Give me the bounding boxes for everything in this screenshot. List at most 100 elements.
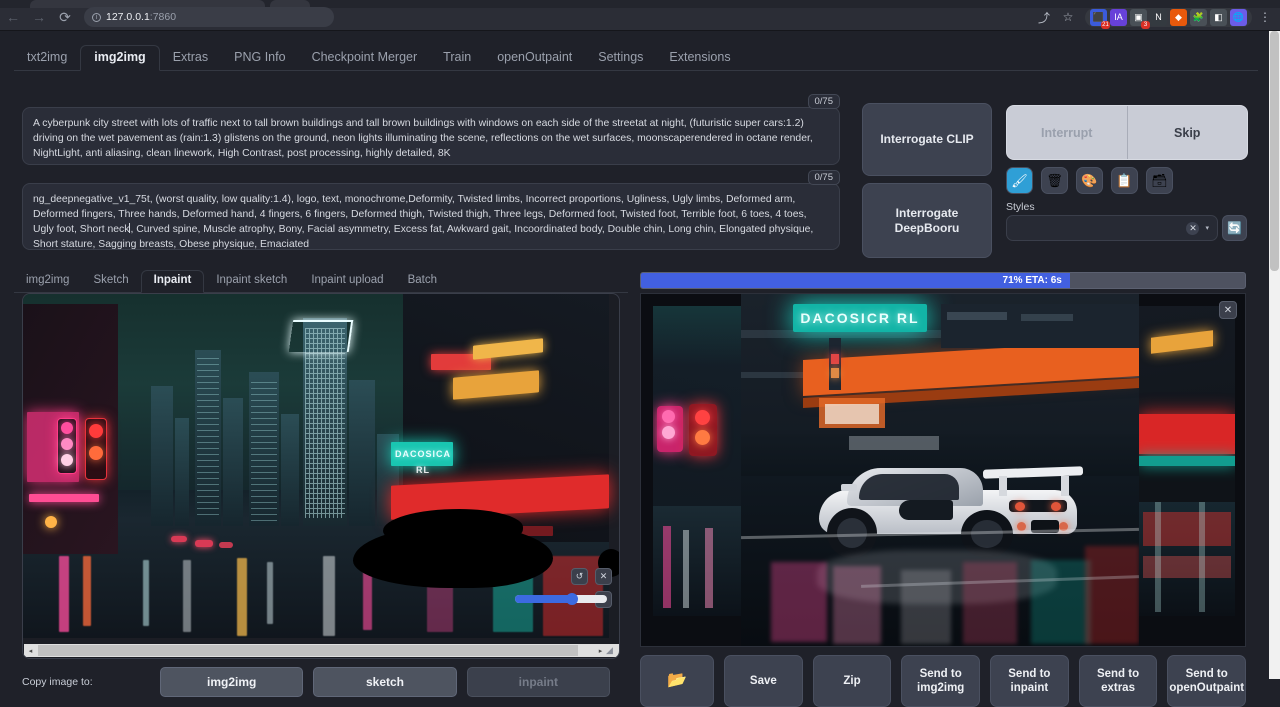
clipboard-extension[interactable]: ⬛21 — [1090, 9, 1107, 26]
forward-icon[interactable]: → — [26, 4, 52, 30]
copy-image-buttons: img2img sketch inpaint — [160, 667, 620, 697]
address-bar-url: 127.0.0.1:7860 — [106, 11, 176, 23]
subtab-inpaint-upload[interactable]: Inpaint upload — [299, 271, 395, 292]
interrogate-deepbooru-button[interactable]: Interrogate DeepBooru — [862, 183, 992, 258]
tab-txt2img[interactable]: txt2img — [14, 46, 80, 70]
stable-diffusion-webui: txt2imgimg2imgExtrasPNG InfoCheckpoint M… — [0, 30, 1280, 678]
copy-to-sketch-button[interactable]: sketch — [313, 667, 456, 697]
generation-progress-fill: 71% ETA: 6s — [641, 273, 1070, 288]
url-port: :7860 — [150, 11, 176, 23]
send-to-openoutpaint-button[interactable]: Send to openOutpaint — [1167, 655, 1246, 707]
bookmark-star-icon[interactable]: ☆ — [1057, 6, 1079, 28]
trash-icon[interactable]: 🗑 — [1041, 167, 1068, 194]
close-result-icon[interactable]: ✕ — [1219, 301, 1237, 319]
subtab-img2img[interactable]: img2img — [14, 271, 81, 292]
brush-size-slider-fill — [515, 595, 572, 603]
copy-to-img2img-button[interactable]: img2img — [160, 667, 303, 697]
url-host: 127.0.0.1 — [106, 11, 150, 23]
result-image-container[interactable]: DACOSICR RL — [640, 293, 1246, 647]
generate-button-group: Interrupt Skip — [1006, 105, 1248, 160]
tab-openoutpaint[interactable]: openOutpaint — [484, 46, 585, 70]
clipboard-icon[interactable]: 📋 — [1111, 167, 1138, 194]
subtab-sketch[interactable]: Sketch — [81, 271, 140, 292]
notion-extension[interactable]: N — [1150, 9, 1167, 26]
scroll-left-icon[interactable]: ◂ — [24, 644, 37, 657]
tab-checkpoint-merger[interactable]: Checkpoint Merger — [299, 46, 431, 70]
resize-grip-icon[interactable]: ◢ — [606, 645, 618, 657]
browser-toolbar-right: ⤴ ☆ ⬛21IA▣3N◆🧩◧🌐 ⋮ — [1033, 6, 1280, 28]
share-icon[interactable]: ⤴ — [1033, 6, 1055, 28]
color-picker-extension[interactable]: ◆ — [1170, 9, 1187, 26]
subtab-inpaint-sketch[interactable]: Inpaint sketch — [204, 271, 299, 292]
result-action-buttons: 📂SaveZipSend to img2imgSend to inpaintSe… — [640, 655, 1246, 707]
open-folder-button[interactable]: 📂 — [640, 655, 714, 707]
prompt-textarea[interactable]: 0/75 A cyberpunk city street with lots o… — [22, 107, 840, 165]
tab-png-info[interactable]: PNG Info — [221, 46, 298, 70]
generation-progress-text: 71% ETA: 6s — [1003, 275, 1070, 286]
skip-button[interactable]: Skip — [1128, 106, 1248, 159]
refresh-styles-icon[interactable]: 🔄 — [1222, 215, 1247, 241]
extensions-group: ⬛21IA▣3N◆🧩◧🌐 — [1085, 8, 1252, 27]
result-panel: 71% ETA: 6s — [636, 269, 1248, 679]
tab-extras[interactable]: Extras — [160, 46, 221, 70]
interrogate-clip-button[interactable]: Interrogate CLIP — [862, 103, 992, 176]
subtab-inpaint[interactable]: Inpaint — [141, 270, 205, 293]
archive-box-icon[interactable]: 🗃 — [1146, 167, 1173, 194]
styles-label: Styles — [1006, 201, 1035, 213]
brush-size-slider-knob[interactable] — [566, 593, 578, 605]
undo-icon[interactable]: ↺ — [571, 568, 588, 585]
result-neon-sign-text: DACOSICR RL — [793, 304, 927, 332]
prompt-text: A cyberpunk city street with lots of tra… — [23, 108, 839, 169]
generation-progress-bar: 71% ETA: 6s — [640, 272, 1246, 289]
clear-styles-icon[interactable]: ✕ — [1186, 222, 1199, 235]
palette-icon[interactable]: 🎨 — [1076, 167, 1103, 194]
site-info-icon[interactable]: i — [92, 13, 101, 22]
tab-img2img[interactable]: img2img — [80, 45, 159, 71]
inpaint-source-image: DACOSICA RL — [23, 294, 609, 638]
brush-size-slider[interactable] — [515, 595, 607, 603]
inpaint-canvas[interactable]: DACOSICA RL — [22, 293, 620, 659]
tab-settings[interactable]: Settings — [585, 46, 656, 70]
negative-prompt-textarea[interactable]: 0/75 ng_deepnegative_v1_75t, (worst qual… — [22, 183, 840, 250]
zip-button[interactable]: Zip — [813, 655, 892, 707]
reload-icon[interactable]: ⟳ — [52, 4, 78, 30]
puzzle-extension[interactable]: 🧩 — [1190, 9, 1207, 26]
copy-to-inpaint-button[interactable]: inpaint — [467, 667, 610, 697]
back-icon[interactable]: ← — [0, 4, 26, 30]
browser-toolbar: ← → ⟳ i 127.0.0.1:7860 ⤴ ☆ ⬛21IA▣3N◆🧩◧🌐 … — [0, 4, 1280, 30]
negative-prompt-token-counter: 0/75 — [808, 170, 841, 185]
extension-badge: 21 — [1101, 21, 1110, 29]
negative-prompt-text: ng_deepnegative_v1_75t, (worst quality, … — [23, 184, 839, 260]
send-to-extras-button[interactable]: Send to extras — [1079, 655, 1158, 707]
send-to-inpaint-button[interactable]: Send to inpaint — [990, 655, 1069, 707]
canvas-horizontal-scrollbar[interactable]: ◂ ▸ — [24, 644, 620, 657]
chevron-down-icon[interactable]: ▾ — [1205, 224, 1209, 232]
internet-archive-extension[interactable]: IA — [1110, 9, 1127, 26]
tab-train[interactable]: Train — [430, 46, 484, 70]
main-tab-bar: txt2imgimg2imgExtrasPNG InfoCheckpoint M… — [14, 43, 1258, 71]
globe-extension[interactable]: 🌐 — [1230, 9, 1247, 26]
page-scrollbar-thumb[interactable] — [1270, 31, 1279, 271]
img2img-subtab-bar: img2imgSketchInpaintInpaint sketchInpain… — [14, 263, 628, 293]
copy-image-to-row: Copy image to: img2imgsketchinpaint — [22, 665, 620, 699]
split-view-extension[interactable]: ◧ — [1210, 9, 1227, 26]
scrollbar-thumb[interactable] — [38, 645, 578, 656]
close-icon[interactable]: ✕ — [595, 568, 612, 585]
neon-sign-left: DACOSICA RL — [395, 446, 451, 462]
page-scrollbar[interactable] — [1269, 31, 1280, 679]
subtab-batch[interactable]: Batch — [396, 271, 449, 292]
img2img-left-panel: img2imgSketchInpaintInpaint sketchInpain… — [14, 263, 628, 677]
browser-chrome: ← → ⟳ i 127.0.0.1:7860 ⤴ ☆ ⬛21IA▣3N◆🧩◧🌐 … — [0, 0, 1280, 30]
address-bar[interactable]: i 127.0.0.1:7860 — [84, 7, 334, 27]
styles-dropdown[interactable]: ✕ ▾ — [1006, 215, 1218, 241]
browser-menu-icon[interactable]: ⋮ — [1254, 6, 1276, 28]
tab-extensions[interactable]: Extensions — [656, 46, 743, 70]
inpaint-mask-stroke — [383, 509, 523, 549]
paintbrush-icon[interactable]: 🖌 — [1006, 167, 1033, 194]
result-image: DACOSICR RL — [641, 294, 1246, 647]
save-button[interactable]: Save — [724, 655, 803, 707]
screen-recorder-extension[interactable]: ▣3 — [1130, 9, 1147, 26]
prompt-icon-buttons: 🖌 🗑 🎨 📋 🗃 — [1006, 167, 1173, 194]
send-to-img2img-button[interactable]: Send to img2img — [901, 655, 980, 707]
interrupt-button[interactable]: Interrupt — [1007, 106, 1128, 159]
